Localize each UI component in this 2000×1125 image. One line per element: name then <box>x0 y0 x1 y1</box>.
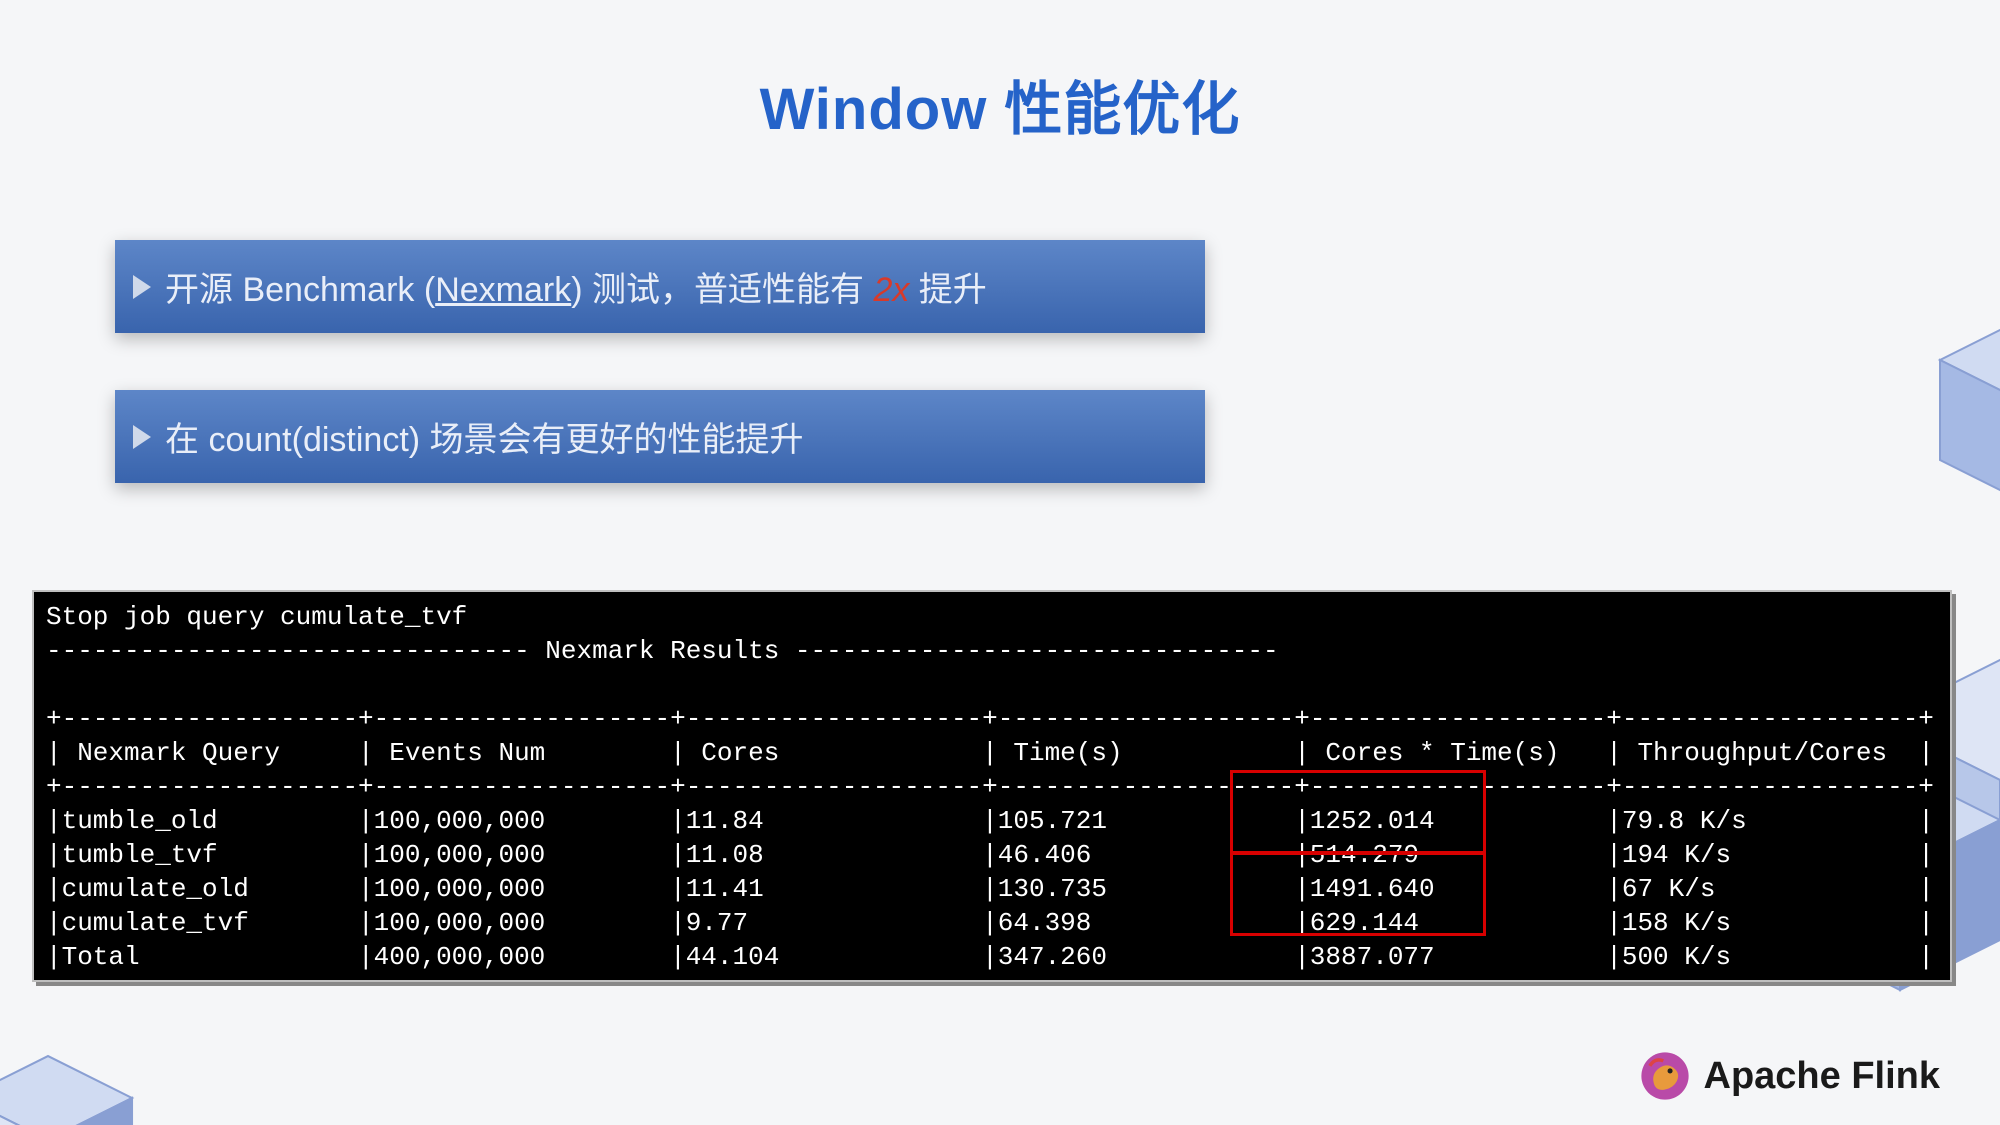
chevron-right-icon <box>133 425 151 449</box>
bullet-benchmark: 开源 Benchmark (Nexmark) 测试，普适性能有 2x 提升 <box>115 240 1205 333</box>
nexmark-link[interactable]: Nexmark <box>435 271 571 309</box>
bullet-2-text: 在 count(distinct) 场景会有更好的性能提升 <box>165 412 804 461</box>
footer-brand-text: Apache Flink <box>1704 1055 1941 1098</box>
table-header: | Nexmark Query | Events Num | Cores | T… <box>46 738 1934 768</box>
slide-title: Window 性能优化 <box>0 62 2000 146</box>
table-sep: +-------------------+-------------------… <box>46 976 1934 982</box>
terminal-stop-line: Stop job query cumulate_tvf <box>46 602 467 632</box>
table-sep: +-------------------+-------------------… <box>46 772 1934 802</box>
table-sep: +-------------------+-------------------… <box>46 704 1934 734</box>
table-row: |cumulate_tvf |100,000,000 |9.77 |64.398… <box>46 908 1934 938</box>
table-row: |tumble_tvf |100,000,000 |11.08 |46.406 … <box>46 840 1934 870</box>
chevron-right-icon <box>133 275 151 299</box>
terminal-output: Stop job query cumulate_tvf ------------… <box>32 590 1952 982</box>
table-row: |tumble_old |100,000,000 |11.84 |105.721… <box>46 806 1934 836</box>
table-row: |Total |400,000,000 |44.104 |347.260 |38… <box>46 942 1934 972</box>
terminal-banner: ------------------------------- Nexmark … <box>46 636 1279 666</box>
footer-brand: Apache Flink <box>1638 1049 1941 1103</box>
speedup-value: 2x <box>873 271 909 309</box>
bullet-count-distinct: 在 count(distinct) 场景会有更好的性能提升 <box>115 390 1205 483</box>
flink-logo-icon <box>1638 1049 1692 1103</box>
table-row: |cumulate_old |100,000,000 |11.41 |130.7… <box>46 874 1934 904</box>
bullet-1-text: 开源 Benchmark (Nexmark) 测试，普适性能有 2x 提升 <box>165 262 987 311</box>
